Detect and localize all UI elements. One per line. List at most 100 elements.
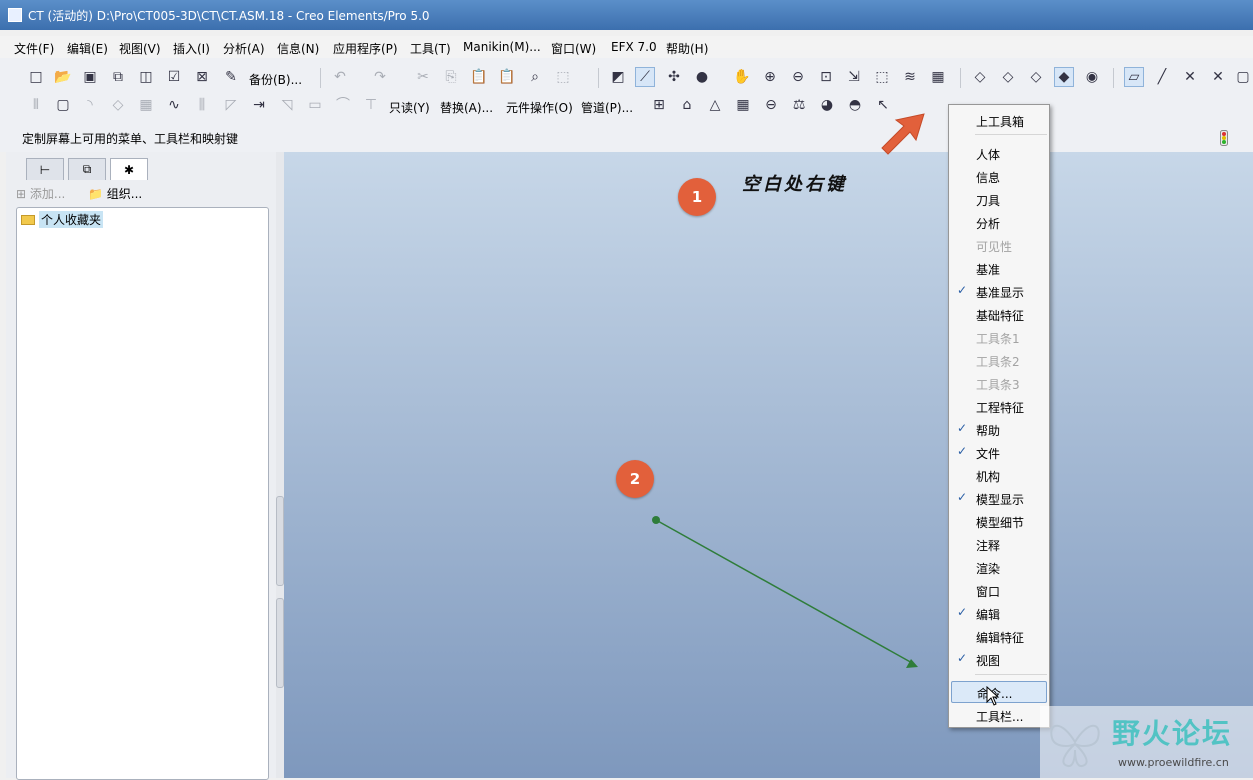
menu-applications[interactable]: 应用程序(P) — [333, 40, 398, 57]
menu-item-view[interactable]: ✓ 视图 — [949, 648, 1049, 670]
datum-point-display-icon[interactable]: ✕ — [1180, 67, 1200, 87]
menu-item-top-toolchest[interactable]: 上工具箱 — [949, 109, 1049, 131]
datum-axis-display-icon[interactable]: ╱ — [1152, 67, 1172, 87]
render-icon[interactable]: ◓ — [845, 95, 865, 115]
menu-item-info[interactable]: 信息 — [949, 165, 1049, 187]
window-icon[interactable]: ◫ — [136, 67, 156, 87]
menu-view[interactable]: 视图(V) — [119, 40, 161, 57]
new-file-icon[interactable]: □ — [26, 67, 46, 87]
sash-grip-bottom[interactable] — [276, 598, 284, 688]
csys-display-icon[interactable]: ✕ — [1208, 67, 1228, 87]
activate-icon[interactable]: ☑ — [164, 67, 184, 87]
hidden-line-icon[interactable]: ◇ — [998, 67, 1018, 87]
annotation-display-icon[interactable]: ▢ — [1233, 67, 1253, 87]
menu-edit[interactable]: 编辑(E) — [67, 40, 108, 57]
replace-button[interactable]: 替换(A)... — [440, 99, 493, 116]
menu-item-engineering-features[interactable]: 工程特征 — [949, 395, 1049, 417]
open-folder-icon[interactable]: 📂 — [53, 67, 73, 87]
pan-hand-icon[interactable]: ✋ — [732, 67, 752, 87]
menu-manikin[interactable]: Manikin(M)... — [463, 40, 541, 54]
menu-item-window[interactable]: 窗口 — [949, 579, 1049, 601]
enhanced-realism-icon[interactable]: ◉ — [1082, 67, 1102, 87]
tab-favorites[interactable]: ✱ — [110, 158, 148, 180]
weight-icon[interactable]: ⚖ — [789, 95, 809, 115]
piping-button[interactable]: 管道(P)... — [581, 99, 633, 116]
selection-box-icon[interactable]: ⬚ — [553, 67, 573, 87]
shading-icon[interactable]: ● — [692, 67, 712, 87]
curve-icon[interactable]: ∿ — [164, 95, 184, 115]
section-icon[interactable]: ⌂ — [677, 95, 697, 115]
datum-plane-display-icon[interactable]: ▱ — [1124, 67, 1144, 87]
menu-item-toolbars[interactable]: 工具栏... — [949, 704, 1049, 726]
tab-folder-browser[interactable]: ⧉ — [68, 158, 106, 180]
paste-icon[interactable]: 📋 — [469, 67, 489, 87]
draft-icon[interactable]: ◸ — [221, 95, 241, 115]
saved-views-icon[interactable]: ⬚ — [872, 67, 892, 87]
merge-icon[interactable]: ⇥ — [249, 95, 269, 115]
menu-item-datum[interactable]: 基准 — [949, 257, 1049, 279]
menu-efx[interactable]: EFX 7.0 — [611, 40, 657, 54]
backup-button[interactable]: 备份(B)... — [249, 71, 302, 88]
menu-item-edit-features[interactable]: 编辑特征 — [949, 625, 1049, 647]
menu-item-render[interactable]: 渲染 — [949, 556, 1049, 578]
panel-sash[interactable] — [276, 152, 284, 778]
layers-icon[interactable]: ≋ — [900, 67, 920, 87]
menu-item-annotation[interactable]: 注释 — [949, 533, 1049, 555]
area-icon[interactable]: △ — [705, 95, 725, 115]
menu-info[interactable]: 信息(N) — [277, 40, 319, 57]
paste-special-icon[interactable]: 📋 — [497, 67, 517, 87]
shaded-icon[interactable]: ◆ — [1054, 67, 1074, 87]
round-icon[interactable]: ◝ — [80, 95, 100, 115]
cosmetic-thread-icon[interactable]: ⫼ — [192, 95, 212, 115]
menu-window[interactable]: 窗口(W) — [551, 40, 596, 57]
readonly-button[interactable]: 只读(Y) — [389, 99, 430, 116]
menu-item-datum-display[interactable]: ✓ 基准显示 — [949, 280, 1049, 302]
menu-analysis[interactable]: 分析(A) — [223, 40, 265, 57]
add-favorite-button[interactable]: ⊞ 添加... — [16, 185, 65, 202]
tree-node-personal-favorites[interactable]: 个人收藏夹 — [21, 211, 104, 228]
menu-help[interactable]: 帮助(H) — [666, 40, 708, 57]
thicken-icon[interactable]: ⊤ — [361, 95, 381, 115]
menu-item-model-detail[interactable]: 模型细节 — [949, 510, 1049, 532]
spin-center-icon[interactable]: ⟋ — [635, 67, 655, 87]
save-copy-icon[interactable]: ⧉ — [108, 67, 128, 87]
organize-favorites-button[interactable]: 📁 组织... — [88, 185, 142, 202]
color-appearance-icon[interactable]: ◕ — [817, 95, 837, 115]
pattern-icon[interactable]: ▦ — [136, 95, 156, 115]
repaint-icon[interactable]: ◩ — [608, 67, 628, 87]
menu-item-analysis[interactable]: 分析 — [949, 211, 1049, 233]
menu-item-help[interactable]: ✓ 帮助 — [949, 418, 1049, 440]
chamfer-icon[interactable]: ◇ — [108, 95, 128, 115]
menu-item-mechanism[interactable]: 机构 — [949, 464, 1049, 486]
menu-item-tool[interactable]: 刀具 — [949, 188, 1049, 210]
traffic-light-icon[interactable] — [1220, 130, 1228, 146]
close-window-icon[interactable]: ⊠ — [192, 67, 212, 87]
view-manager-icon[interactable]: ▦ — [928, 67, 948, 87]
menu-item-human[interactable]: 人体 — [949, 142, 1049, 164]
table-icon[interactable]: ▦ — [733, 95, 753, 115]
mirror-icon[interactable]: ⫴ — [26, 95, 46, 115]
graphics-window[interactable]: 1 空白处右键 2 — [284, 152, 1253, 778]
menu-file[interactable]: 文件(F) — [14, 40, 54, 57]
no-hidden-icon[interactable]: ◇ — [1026, 67, 1046, 87]
save-icon[interactable]: ▣ — [80, 67, 100, 87]
shell-icon[interactable]: ▭ — [305, 95, 325, 115]
region-icon[interactable]: ▢ — [53, 95, 73, 115]
mass-props-icon[interactable]: ⊖ — [761, 95, 781, 115]
find-icon[interactable]: ⌕ — [525, 67, 545, 87]
menu-insert[interactable]: 插入(I) — [173, 40, 210, 57]
backup-icon[interactable]: ✎ — [221, 67, 241, 87]
menu-tools[interactable]: 工具(T) — [410, 40, 451, 57]
zoom-in-icon[interactable]: ⊕ — [760, 67, 780, 87]
zoom-out-icon[interactable]: ⊖ — [788, 67, 808, 87]
component-operations-button[interactable]: 元件操作(O) — [506, 99, 573, 116]
redo-icon[interactable]: ↷ — [370, 67, 390, 87]
rib-icon[interactable]: ⌒ — [333, 95, 353, 115]
wireframe-icon[interactable]: ◇ — [970, 67, 990, 87]
zoom-fit-icon[interactable]: ⊡ — [816, 67, 836, 87]
menu-item-model-display[interactable]: ✓ 模型显示 — [949, 487, 1049, 509]
sash-grip-top[interactable] — [276, 496, 284, 586]
menu-item-edit[interactable]: ✓ 编辑 — [949, 602, 1049, 624]
copy-icon[interactable]: ⎘ — [441, 67, 461, 87]
menu-item-base-features[interactable]: 基础特征 — [949, 303, 1049, 325]
